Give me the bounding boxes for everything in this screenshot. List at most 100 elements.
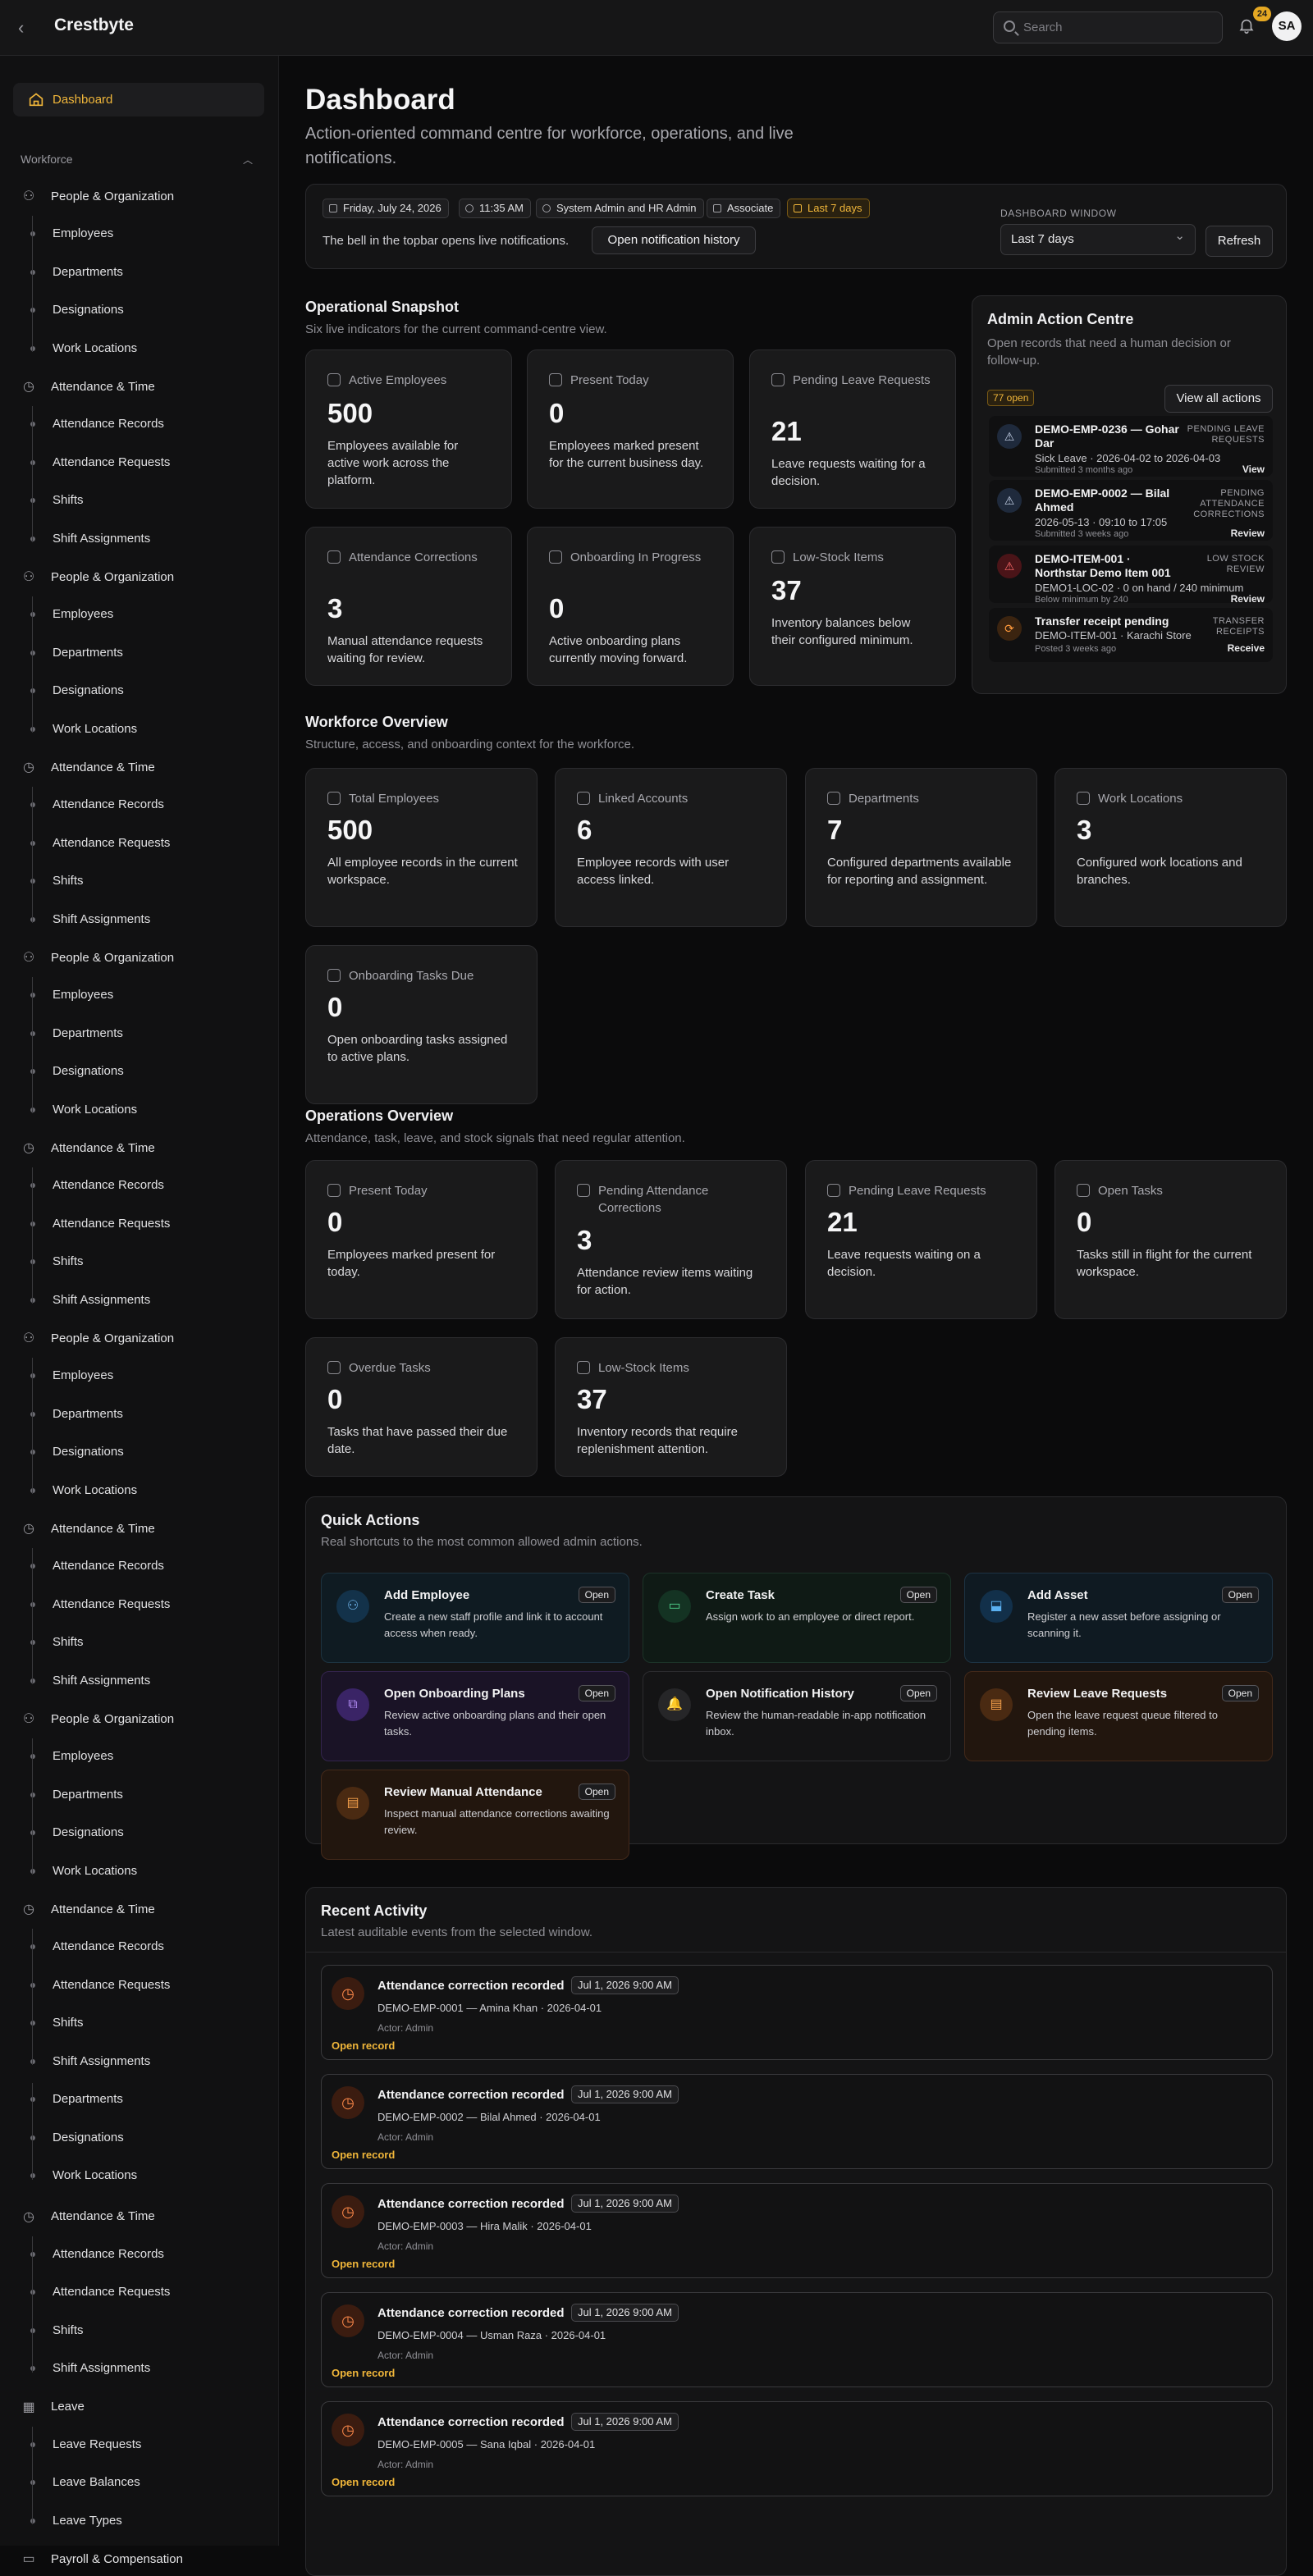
sidebar-item-leave-balances[interactable]: Leave Balances bbox=[53, 2473, 140, 2492]
quick-action-open-button[interactable]: Open bbox=[1221, 1587, 1259, 1603]
sidebar-group-payroll[interactable]: ▭ Payroll & Compensation bbox=[20, 2549, 182, 2569]
sidebar-item-shift-assignments[interactable]: Shift Assignments bbox=[53, 1671, 150, 1691]
sidebar-section-workforce[interactable]: Workforce bbox=[21, 153, 73, 166]
sidebar-group-leave[interactable]: ▦ Leave bbox=[20, 2397, 84, 2417]
sidebar-group-people[interactable]: ⚇ People & Organization bbox=[20, 1328, 174, 1348]
sidebar-item-shifts[interactable]: Shifts bbox=[53, 2013, 84, 2033]
sidebar-item-attendance-records[interactable]: Attendance Records bbox=[53, 1937, 164, 1957]
sidebar-item-departments[interactable]: Departments bbox=[53, 263, 123, 282]
sidebar-item-attendance-requests[interactable]: Attendance Requests bbox=[53, 834, 170, 853]
sidebar-item-attendance-requests[interactable]: Attendance Requests bbox=[53, 453, 170, 473]
sidebar-group-attendance[interactable]: ◷ Attendance & Time bbox=[20, 2207, 155, 2227]
chevron-up-icon[interactable]: ︿ bbox=[243, 153, 253, 167]
sidebar-item-designations[interactable]: Designations bbox=[53, 1823, 124, 1843]
quick-action-open-button[interactable]: Open bbox=[578, 1685, 615, 1701]
sidebar-item-attendance-records[interactable]: Attendance Records bbox=[53, 414, 164, 434]
sidebar-item-departments[interactable]: Departments bbox=[53, 1785, 123, 1805]
dashboard-window-select[interactable]: Last 7 days bbox=[1000, 222, 1196, 255]
view-all-actions-button[interactable]: View all actions bbox=[1164, 385, 1273, 413]
sidebar-item-attendance-records[interactable]: Attendance Records bbox=[53, 1556, 164, 1576]
back-arrow-icon[interactable]: ‹ bbox=[18, 18, 38, 38]
sidebar-item-shifts[interactable]: Shifts bbox=[53, 1252, 84, 1272]
sidebar-item-shift-assignments[interactable]: Shift Assignments bbox=[53, 1290, 150, 1310]
sidebar-group-attendance[interactable]: ◷ Attendance & Time bbox=[20, 1899, 155, 1919]
sidebar-item-employees[interactable]: Employees bbox=[53, 605, 113, 624]
admin-action-item[interactable]: ⚠ DEMO-EMP-0236 — Gohar Dar PENDING LEAVE … bbox=[989, 416, 1273, 477]
brand-logo[interactable]: Crestbyte bbox=[54, 16, 134, 35]
sidebar-item-designations[interactable]: Designations bbox=[53, 1442, 124, 1462]
sidebar-item-shift-assignments[interactable]: Shift Assignments bbox=[53, 2052, 150, 2071]
search-input[interactable]: Search bbox=[993, 11, 1223, 43]
sidebar-item-shift-assignments[interactable]: Shift Assignments bbox=[53, 529, 150, 549]
sidebar-item-departments[interactable]: Departments bbox=[53, 1024, 123, 1044]
open-record-link[interactable]: Open record bbox=[332, 2367, 395, 2379]
sidebar-item-designations[interactable]: Designations bbox=[53, 681, 124, 701]
sidebar-item-leave-types[interactable]: Leave Types bbox=[53, 2511, 122, 2531]
sidebar-item-shifts[interactable]: Shifts bbox=[53, 491, 84, 510]
open-record-link[interactable]: Open record bbox=[332, 2149, 395, 2161]
sidebar-item-attendance-requests[interactable]: Attendance Requests bbox=[53, 2282, 170, 2302]
sidebar-item-shift-assignments[interactable]: Shift Assignments bbox=[53, 2359, 150, 2378]
sidebar-item-shifts[interactable]: Shifts bbox=[53, 871, 84, 891]
sidebar-item-work-locations[interactable]: Work Locations bbox=[53, 2166, 137, 2185]
sidebar-item-work-locations[interactable]: Work Locations bbox=[53, 1481, 137, 1500]
sidebar-group-attendance[interactable]: ◷ Attendance & Time bbox=[20, 757, 155, 777]
open-notification-history-button[interactable]: Open notification history bbox=[592, 226, 756, 254]
sidebar-item-leave-requests[interactable]: Leave Requests bbox=[53, 2435, 141, 2455]
quick-action-open-onboarding-plans[interactable]: ⧉ Open Onboarding Plans Review active onbo… bbox=[321, 1671, 629, 1761]
admin-action-review-link[interactable]: Review bbox=[1231, 528, 1265, 539]
sidebar-item-departments[interactable]: Departments bbox=[53, 643, 123, 663]
sidebar-item-work-locations[interactable]: Work Locations bbox=[53, 339, 137, 359]
admin-action-item[interactable]: ⚠ DEMO-EMP-0002 — Bilal Ahmed PENDING ATTE… bbox=[989, 480, 1273, 541]
sidebar-group-attendance[interactable]: ◷ Attendance & Time bbox=[20, 1138, 155, 1158]
sidebar-group-attendance[interactable]: ◷ Attendance & Time bbox=[20, 377, 155, 396]
quick-action-review-manual-attendance[interactable]: ▤ Review Manual Attendance Inspect manual … bbox=[321, 1770, 629, 1860]
quick-action-open-notification-history[interactable]: 🔔 Open Notification History Review the hum… bbox=[643, 1671, 951, 1761]
sidebar-item-shift-assignments[interactable]: Shift Assignments bbox=[53, 910, 150, 929]
sidebar-item-work-locations[interactable]: Work Locations bbox=[53, 1100, 137, 1120]
sidebar-item-dashboard[interactable]: Dashboard bbox=[13, 83, 264, 116]
admin-action-view-link[interactable]: View bbox=[1242, 464, 1265, 475]
admin-action-item[interactable]: ⟳ Transfer receipt pending TRANSFER RECEIP… bbox=[989, 608, 1273, 662]
sidebar-item-shifts[interactable]: Shifts bbox=[53, 1633, 84, 1652]
sidebar-group-people[interactable]: ⚇ People & Organization bbox=[20, 1709, 174, 1729]
sidebar-item-work-locations[interactable]: Work Locations bbox=[53, 719, 137, 739]
user-avatar[interactable]: SA bbox=[1272, 11, 1302, 41]
open-record-link[interactable]: Open record bbox=[332, 2039, 395, 2052]
sidebar-item-departments[interactable]: Departments bbox=[53, 1404, 123, 1424]
quick-action-open-button[interactable]: Open bbox=[578, 1784, 615, 1800]
sidebar-group-attendance[interactable]: ◷ Attendance & Time bbox=[20, 1519, 155, 1538]
sidebar-item-attendance-requests[interactable]: Attendance Requests bbox=[53, 1595, 170, 1615]
open-record-link[interactable]: Open record bbox=[332, 2476, 395, 2488]
refresh-button[interactable]: Refresh bbox=[1205, 226, 1273, 257]
sidebar-item-attendance-records[interactable]: Attendance Records bbox=[53, 1176, 164, 1195]
sidebar-item-designations[interactable]: Designations bbox=[53, 2128, 124, 2148]
quick-action-open-button[interactable]: Open bbox=[899, 1587, 937, 1603]
admin-action-receive-link[interactable]: Receive bbox=[1228, 642, 1265, 654]
sidebar-item-work-locations[interactable]: Work Locations bbox=[53, 1861, 137, 1881]
sidebar-item-shifts[interactable]: Shifts bbox=[53, 2321, 84, 2341]
sidebar-item-employees[interactable]: Employees bbox=[53, 224, 113, 244]
sidebar-item-attendance-requests[interactable]: Attendance Requests bbox=[53, 1214, 170, 1234]
sidebar-item-attendance-requests[interactable]: Attendance Requests bbox=[53, 1975, 170, 1995]
quick-action-add-asset[interactable]: ⬓ Add Asset Register a new asset before as… bbox=[964, 1573, 1273, 1663]
quick-action-create-task[interactable]: ▭ Create Task Assign work to an employee o… bbox=[643, 1573, 951, 1663]
quick-action-review-leave-requests[interactable]: ▤ Review Leave Requests Open the leave req… bbox=[964, 1671, 1273, 1761]
sidebar-group-people[interactable]: ⚇ People & Organization bbox=[20, 948, 174, 967]
sidebar-item-departments[interactable]: Departments bbox=[53, 2090, 123, 2109]
sidebar-item-attendance-records[interactable]: Attendance Records bbox=[53, 795, 164, 815]
quick-action-open-button[interactable]: Open bbox=[899, 1685, 937, 1701]
bell-icon[interactable] bbox=[1238, 16, 1257, 36]
sidebar-item-designations[interactable]: Designations bbox=[53, 300, 124, 320]
sidebar-item-employees[interactable]: Employees bbox=[53, 1366, 113, 1386]
quick-action-open-button[interactable]: Open bbox=[578, 1587, 615, 1603]
sidebar-item-employees[interactable]: Employees bbox=[53, 1747, 113, 1766]
sidebar-item-employees[interactable]: Employees bbox=[53, 985, 113, 1005]
quick-action-add-employee[interactable]: ⚇ Add Employee Create a new staff profile … bbox=[321, 1573, 629, 1663]
quick-action-open-button[interactable]: Open bbox=[1221, 1685, 1259, 1701]
sidebar-group-people[interactable]: ⚇ People & Organization bbox=[20, 186, 174, 206]
open-record-link[interactable]: Open record bbox=[332, 2258, 395, 2270]
sidebar-item-attendance-records[interactable]: Attendance Records bbox=[53, 2245, 164, 2264]
sidebar-item-designations[interactable]: Designations bbox=[53, 1062, 124, 1081]
sidebar-group-people[interactable]: ⚇ People & Organization bbox=[20, 567, 174, 587]
